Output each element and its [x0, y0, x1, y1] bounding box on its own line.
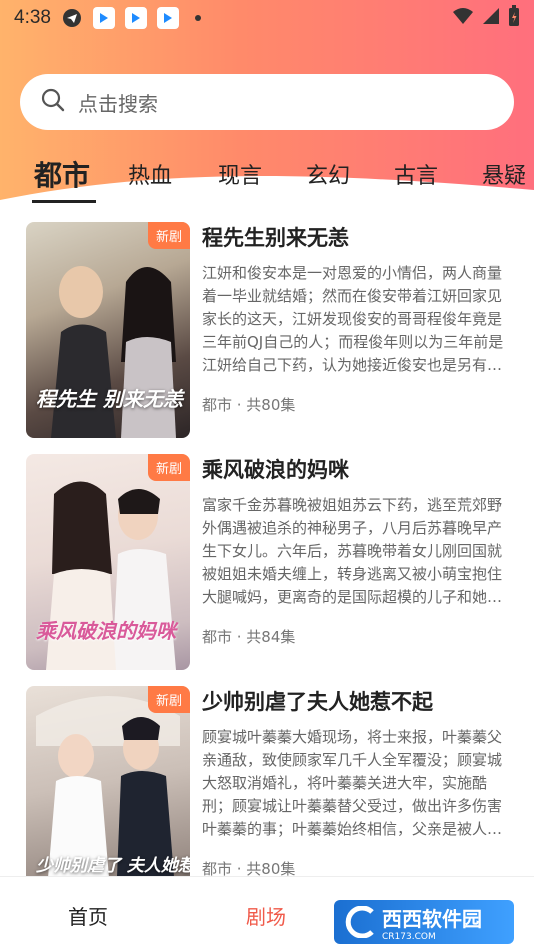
nav-home[interactable]: 首页	[68, 901, 108, 930]
signal-icon	[482, 7, 500, 30]
new-badge: 新剧	[147, 454, 190, 481]
new-badge: 新剧	[147, 686, 190, 713]
poster-title-art: 程先生 别来无恙	[36, 387, 183, 411]
watermark-text: 西西软件园	[382, 906, 482, 931]
tab-xuanyi[interactable]: 悬疑	[482, 158, 526, 190]
item-meta: 都市 · 共84集	[202, 628, 296, 646]
search-placeholder: 点击搜索	[78, 91, 158, 116]
item-description: 富家千金苏暮晚被姐姐苏云下药，逃至荒郊野外偶遇被追杀的神秘男子，八月后苏暮晚早产…	[202, 496, 503, 606]
item-description: 顾宴城叶蓁蓁大婚现场，将士来报，叶蓁蓁父亲通敌，致使顾家军几千人全军覆没；顾宴城…	[202, 728, 503, 838]
category-tabs: 都市 热血 现言 玄幻 古言 悬疑	[0, 150, 534, 210]
app-notification-icon	[156, 7, 179, 29]
watermark-logo: 西西软件园 CR173.COM	[334, 900, 514, 944]
wifi-icon	[452, 7, 474, 30]
app-notification-icon	[124, 7, 147, 29]
status-time: 4:38	[14, 7, 51, 28]
poster-title-art: 乘风破浪的妈咪	[36, 619, 176, 643]
app-notification-icon	[92, 7, 115, 29]
search-icon	[40, 87, 66, 117]
item-title[interactable]: 程先生别来无恙	[202, 222, 349, 252]
status-bar: 4:38	[0, 0, 534, 36]
item-meta: 都市 · 共80集	[202, 396, 296, 414]
more-notifications-dot	[194, 15, 201, 21]
watermark-subtext: CR173.COM	[382, 931, 436, 942]
nav-theater[interactable]: 剧场	[246, 901, 286, 930]
active-tab-indicator	[32, 200, 96, 203]
item-title[interactable]: 乘风破浪的妈咪	[202, 454, 349, 484]
poster-image[interactable]: 新剧 少帅别虐了 夫人她惹不起	[26, 686, 190, 902]
search-bar[interactable]: 点击搜索	[20, 74, 514, 130]
tab-rexue[interactable]: 热血	[128, 158, 172, 190]
telegram-icon	[61, 7, 83, 29]
tab-dushi[interactable]: 都市	[34, 154, 90, 194]
list-item[interactable]: 新剧 乘风破浪的妈咪 乘风破浪的妈咪 富家千金苏暮晚被姐姐苏云下药，逃至荒郊野外…	[0, 450, 534, 670]
tab-xianyan[interactable]: 现言	[218, 158, 262, 190]
tab-xuanhuan[interactable]: 玄幻	[306, 158, 350, 190]
poster-title-art: 少帅别虐了 夫人她惹不起	[36, 856, 190, 876]
poster-image[interactable]: 新剧 程先生 别来无恙	[26, 222, 190, 438]
battery-icon	[508, 4, 520, 32]
tab-guyan[interactable]: 古言	[394, 158, 438, 190]
item-description: 江妍和俊安本是一对恩爱的小情侣，两人商量着一毕业就结婚；然而在俊安带着江妍回家见…	[202, 264, 504, 374]
item-title[interactable]: 少帅别虐了夫人她惹不起	[202, 686, 433, 716]
watermark-icon	[345, 906, 374, 938]
new-badge: 新剧	[147, 222, 190, 249]
list-item[interactable]: 新剧 少帅别虐了 夫人她惹不起 少帅别虐了夫人她惹不起 顾宴城叶蓁蓁大婚现场，将…	[0, 682, 534, 902]
list-item[interactable]: 新剧 程先生 别来无恙 程先生别来无恙 江妍和俊安本是一对恩爱的小情侣，两人商量…	[0, 218, 534, 438]
poster-image[interactable]: 新剧 乘风破浪的妈咪	[26, 454, 190, 670]
